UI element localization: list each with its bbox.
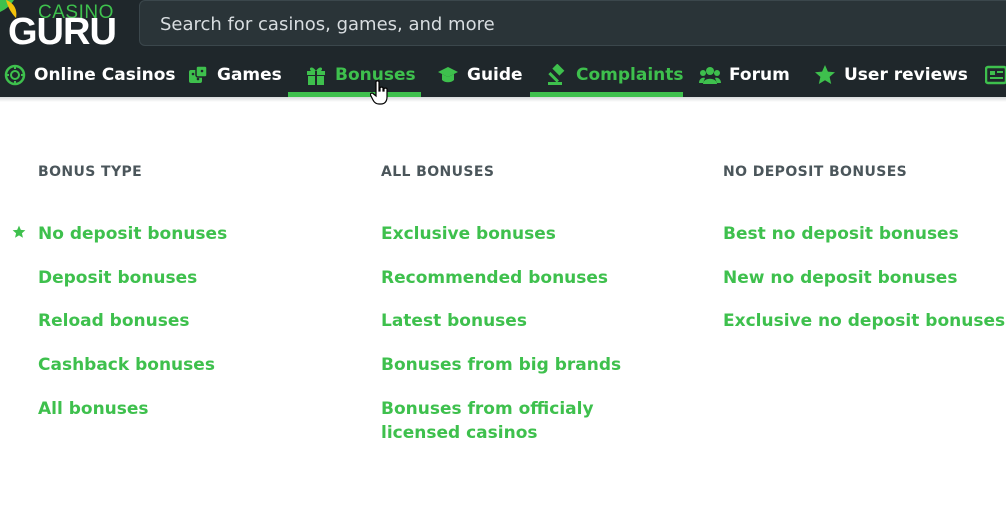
nav-label: Online Casinos [34,64,176,85]
dice-icon [189,64,208,83]
nav-label: Games [217,64,282,85]
newspaper-icon [985,65,1006,84]
nav-label: Forum [729,64,790,85]
link-best-no-deposit[interactable]: Best no deposit bonuses [723,222,959,246]
gift-icon [307,67,325,85]
link-cashback-bonuses[interactable]: Cashback bonuses [38,353,215,377]
link-recommended-bonuses[interactable]: Recommended bonuses [381,266,608,290]
link-deposit-bonuses[interactable]: Deposit bonuses [38,266,197,290]
star-icon [815,64,835,84]
nav-label: Complaints [576,64,684,85]
link-all-bonuses[interactable]: All bonuses [38,397,149,421]
link-bonuses-big-brands[interactable]: Bonuses from big brands [381,353,621,377]
graduation-cap-icon [438,66,458,82]
nav-item-guide[interactable]: Guide [437,52,523,97]
logo-guru-text: GURU [8,11,117,53]
column-heading: NO DEPOSIT BONUSES [723,164,908,180]
nav-item-complaints[interactable]: Complaints [546,52,684,97]
header-shadow [0,97,1006,102]
users-icon [699,66,721,84]
hand-cursor-icon [370,80,388,105]
nav-item-games[interactable]: Games [187,52,282,97]
search-input[interactable]: Search for casinos, games, and more [139,0,1006,46]
link-bonuses-licensed-casinos[interactable]: Bonuses from officialy licensed casinos [381,397,671,445]
nav-item-forum[interactable]: Forum [699,52,790,97]
gavel-icon [548,63,565,85]
main-nav: Online Casinos Games Bonuses Guide Compl… [0,52,1006,97]
column-heading: BONUS TYPE [38,164,143,180]
link-no-deposit-bonuses[interactable]: No deposit bonuses [38,222,227,246]
nav-item-user-reviews[interactable]: User reviews [814,52,968,97]
nav-label: Guide [467,64,523,85]
nav-item-bonuses[interactable]: Bonuses [305,52,416,97]
casino-guru-logo[interactable]: CASINO GURU [0,0,125,53]
nav-item-online-casinos[interactable]: Online Casinos [4,52,176,97]
link-new-no-deposit[interactable]: New no deposit bonuses [723,266,957,290]
link-reload-bonuses[interactable]: Reload bonuses [38,309,190,333]
column-heading: ALL BONUSES [381,164,495,180]
casino-chip-icon [4,64,26,85]
link-exclusive-bonuses[interactable]: Exclusive bonuses [381,222,556,246]
link-latest-bonuses[interactable]: Latest bonuses [381,309,527,333]
nav-label: User reviews [844,64,968,85]
search-placeholder: Search for casinos, games, and more [160,14,495,35]
link-exclusive-no-deposit[interactable]: Exclusive no deposit bonuses [723,309,1005,333]
site-header: CASINO GURU Search for casinos, games, a… [0,0,1006,97]
nav-item-more[interactable] [985,52,1006,97]
featured-star-icon [12,225,26,238]
